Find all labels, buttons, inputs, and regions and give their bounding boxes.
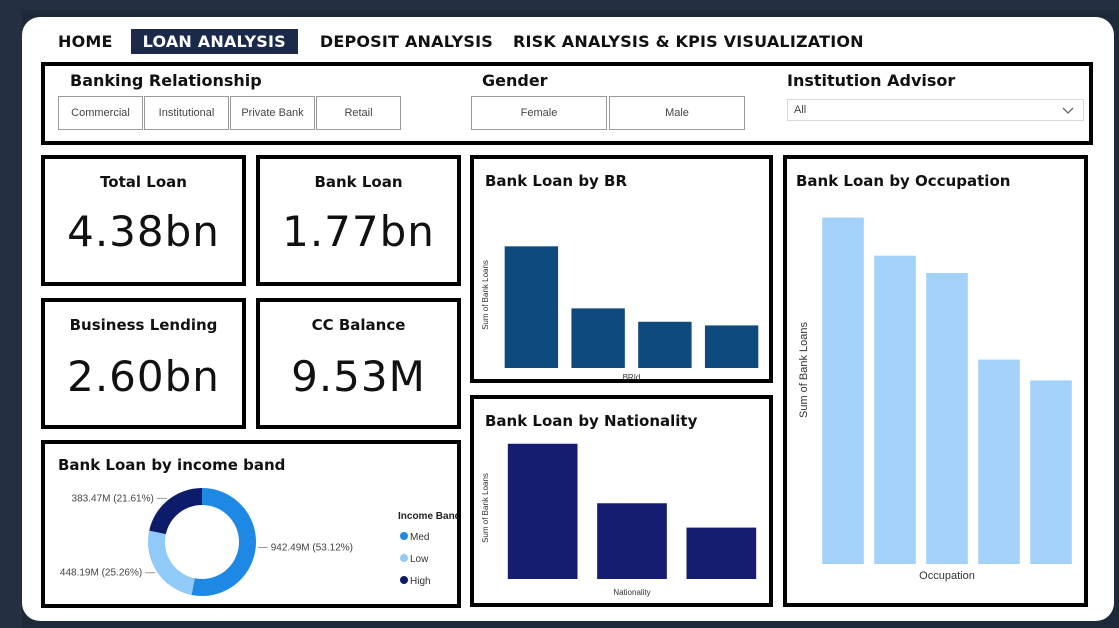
chart-bank-loan-by-br: Bank Loan by BR Sum of Bank Loans BRId — [470, 155, 773, 383]
kpi-value: 9.53M — [291, 352, 426, 401]
chart-title: Bank Loan by Occupation — [796, 172, 1011, 190]
bar — [704, 325, 759, 368]
bar — [926, 273, 968, 564]
kpi-value: 1.77bn — [282, 207, 435, 256]
y-axis-label: Sum of Bank Loans — [798, 322, 810, 419]
bar — [507, 443, 578, 579]
bar-chart-occupation: Sum of Bank Loans Occupation — [798, 217, 1072, 582]
kpi-value: 2.60bn — [67, 352, 220, 401]
kpi-title: Business Lending — [69, 316, 218, 334]
bar — [504, 246, 559, 368]
bar — [822, 217, 864, 565]
kpi-total-loan: Total Loan 4.38bn — [41, 155, 246, 286]
bar — [597, 503, 667, 579]
chart-bank-loan-by-nationality: Bank Loan by Nationality Sum of Bank Loa… — [470, 395, 773, 607]
bar-chart-br: Sum of Bank Loans BRId — [481, 246, 759, 381]
chart-bank-loan-by-income-band: Bank Loan by income band 942.49M (53.12%… — [41, 440, 461, 608]
kpi-title: Total Loan — [100, 173, 187, 191]
legend-label: High — [410, 576, 431, 587]
slicer-female[interactable]: Female — [471, 96, 607, 130]
legend-marker — [400, 576, 408, 584]
kpi-title: Bank Loan — [314, 173, 403, 191]
slicer-retail[interactable]: Retail — [316, 96, 401, 130]
chevron-down-icon — [1062, 107, 1074, 114]
chart-title: Bank Loan by income band — [58, 456, 286, 474]
data-label: 942.49M (53.12%) — [271, 542, 353, 553]
y-axis-label: Sum of Bank Loans — [481, 473, 490, 543]
x-axis-label: BRId — [623, 373, 641, 381]
x-axis-label: Nationality — [613, 588, 650, 597]
y-axis-label: Sum of Bank Loans — [481, 260, 490, 330]
chart-title: Bank Loan by Nationality — [485, 412, 698, 430]
institution-advisor-dropdown[interactable]: All — [787, 99, 1084, 121]
chart-title: Bank Loan by BR — [485, 172, 628, 190]
slicer-commercial[interactable]: Commercial — [58, 96, 143, 130]
kpi-title: CC Balance — [311, 316, 406, 334]
legend-marker — [400, 554, 408, 562]
kpi-bank-loan: Bank Loan 1.77bn — [256, 155, 461, 286]
dashboard-canvas: HOME LOAN ANALYSIS DEPOSIT ANALYSIS RISK… — [22, 17, 1114, 621]
donut-chart-income-band: 942.49M (53.12%) 448.19M (25.26%) 383.47M … — [60, 488, 457, 596]
bar-chart-nationality: Sum of Bank Loans Nationality — [481, 443, 757, 597]
institution-advisor-title: Institution Advisor — [787, 71, 956, 90]
tab-loan-analysis[interactable]: LOAN ANALYSIS — [130, 28, 298, 54]
nav-bar: HOME LOAN ANALYSIS DEPOSIT ANALYSIS RISK… — [50, 27, 876, 55]
kpi-value: 4.38bn — [67, 207, 220, 256]
screen-frame-top — [0, 0, 1119, 10]
tab-risk-analysis[interactable]: RISK ANALYSIS & KPIS VISUALIZATION — [505, 29, 872, 54]
donut-slice — [149, 488, 202, 535]
tab-home[interactable]: HOME — [50, 29, 121, 54]
dropdown-selected-value: All — [794, 104, 807, 116]
slicer-institutional[interactable]: Institutional — [144, 96, 229, 130]
slicer-male[interactable]: Male — [609, 96, 745, 130]
screen-frame-left — [0, 0, 22, 628]
chart-bank-loan-by-occupation: Bank Loan by Occupation Sum of Bank Loan… — [783, 155, 1088, 607]
legend-marker — [400, 532, 408, 540]
legend-label: Low — [410, 554, 429, 565]
bar — [638, 321, 692, 368]
data-label: 383.47M (21.61%) — [72, 493, 154, 504]
bar — [874, 255, 916, 564]
slicer-private-bank[interactable]: Private Bank — [230, 96, 315, 130]
bar — [571, 308, 625, 368]
legend-label: Med — [410, 532, 429, 543]
x-axis-label: Occupation — [919, 570, 975, 582]
donut-slice — [148, 530, 195, 595]
kpi-business-lending: Business Lending 2.60bn — [41, 298, 246, 429]
tab-deposit-analysis[interactable]: DEPOSIT ANALYSIS — [312, 29, 501, 54]
legend-title: Income Band — [398, 511, 457, 522]
gender-title: Gender — [482, 71, 548, 90]
kpi-cc-balance: CC Balance 9.53M — [256, 298, 461, 429]
bar — [1030, 380, 1072, 564]
filter-panel: Banking Relationship Commercial Institut… — [41, 62, 1093, 145]
bar — [978, 359, 1020, 564]
banking-relationship-title: Banking Relationship — [70, 71, 262, 90]
data-label: 448.19M (25.26%) — [60, 568, 142, 579]
bar — [686, 527, 757, 579]
